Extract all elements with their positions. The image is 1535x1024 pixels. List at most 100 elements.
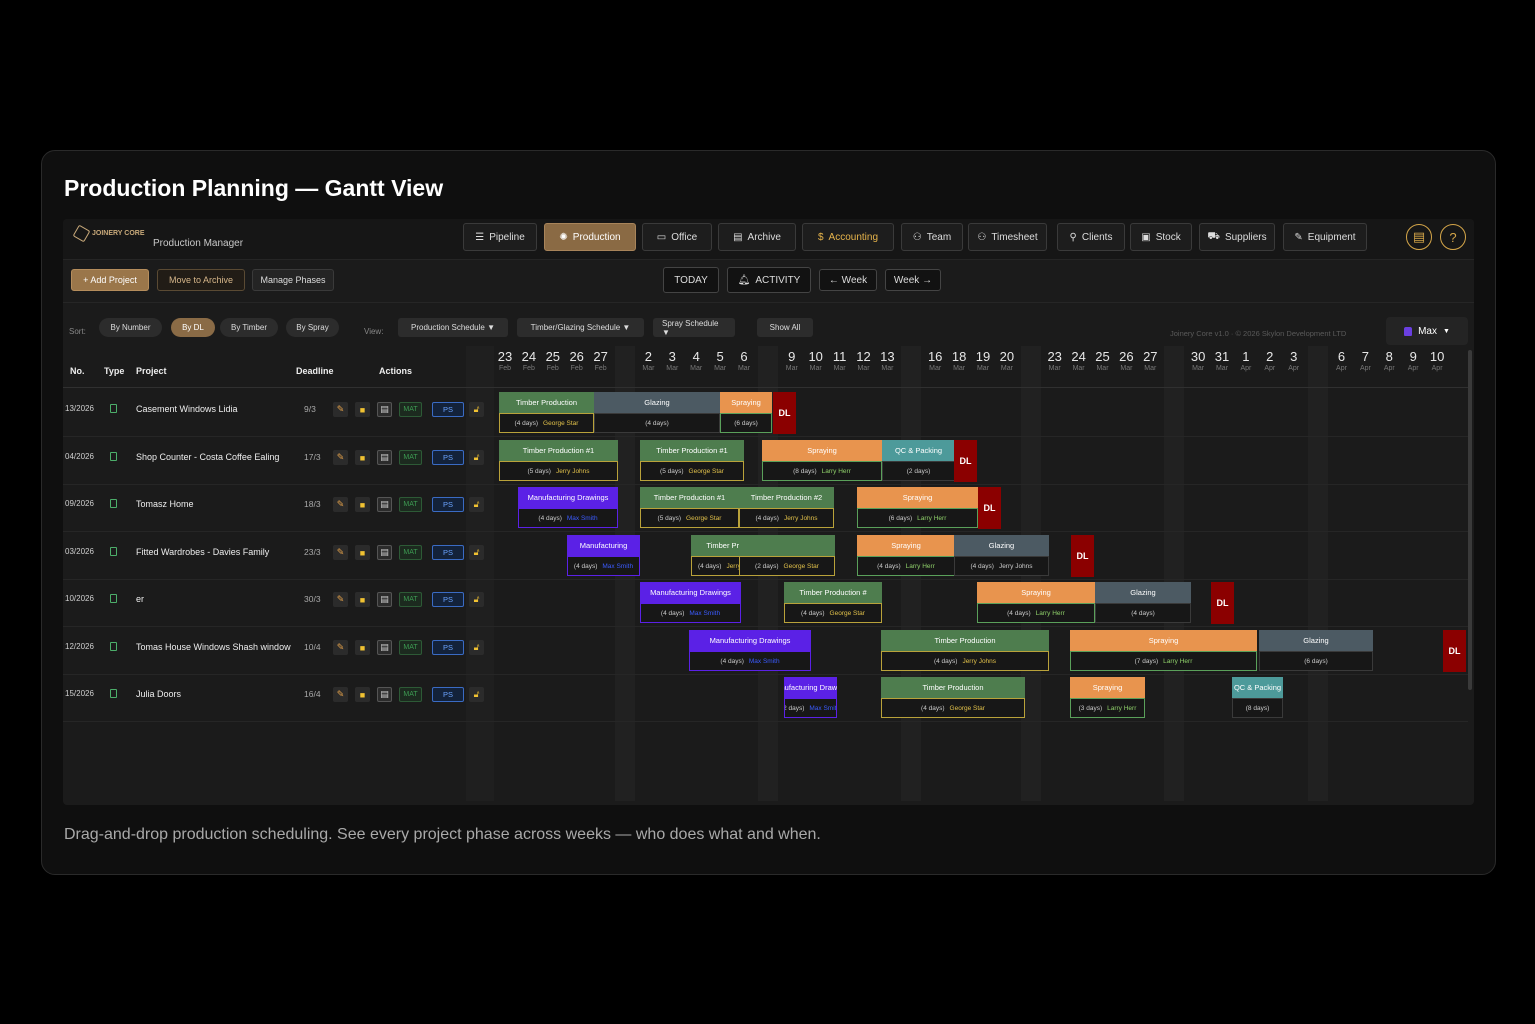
- sort-by-dl[interactable]: By DL: [171, 318, 215, 337]
- user-menu[interactable]: Max ▼: [1386, 317, 1468, 345]
- task-bar-spraying[interactable]: Spraying: [857, 487, 978, 508]
- document-icon[interactable]: ▤: [377, 497, 392, 512]
- project-name[interactable]: Julia Doors: [136, 689, 181, 699]
- nav-team[interactable]: ⚇ Team: [901, 223, 963, 251]
- nav-stock[interactable]: ▣ Stock: [1130, 223, 1192, 251]
- task-bar-timber[interactable]: [739, 535, 835, 556]
- task-bar-glazing[interactable]: Glazing: [1259, 630, 1373, 651]
- task-bar-timber[interactable]: Timber Production: [881, 630, 1049, 651]
- task-bar-timber[interactable]: Timber Production: [499, 392, 594, 413]
- nav-office[interactable]: ▭ Office: [642, 223, 712, 251]
- nav-suppliers[interactable]: ⛟ Suppliers: [1199, 223, 1275, 251]
- prev-week-button[interactable]: ← Week: [819, 269, 877, 291]
- task-bar-spraying[interactable]: Spraying: [977, 582, 1095, 603]
- task-bar-manufacturing[interactable]: Manufacturing: [567, 535, 640, 556]
- manage-phases-button[interactable]: Manage Phases: [252, 269, 334, 291]
- nav-accounting[interactable]: $ Accounting: [802, 223, 894, 251]
- folder-icon[interactable]: ■: [355, 450, 370, 465]
- view-option-2[interactable]: Spray Schedule ▼: [653, 318, 735, 337]
- lock-icon[interactable]: 🔓︎: [469, 592, 484, 607]
- activity-button[interactable]: 🔔︎ ACTIVITY: [727, 267, 811, 293]
- view-option-0[interactable]: Production Schedule ▼: [398, 318, 508, 337]
- document-icon[interactable]: ▤: [377, 545, 392, 560]
- nav-clients[interactable]: ⚲ Clients: [1057, 223, 1125, 251]
- task-bar-qc[interactable]: QC & Packing: [882, 440, 955, 461]
- ps-button[interactable]: PS: [432, 497, 464, 512]
- mat-button[interactable]: MAT: [399, 450, 422, 465]
- lock-icon[interactable]: 🔓︎: [469, 687, 484, 702]
- ps-button[interactable]: PS: [432, 592, 464, 607]
- edit-icon[interactable]: ✎: [333, 592, 348, 607]
- task-bar-manufacturing[interactable]: Manufacturing Drawings: [689, 630, 811, 651]
- task-bar-spraying[interactable]: Spraying: [720, 392, 772, 413]
- project-name[interactable]: Tomas House Windows Shash window: [136, 642, 291, 652]
- task-bar-spraying[interactable]: Spraying: [857, 535, 955, 556]
- sort-by-number[interactable]: By Number: [99, 318, 162, 337]
- task-bar-timber[interactable]: Timber Production: [881, 677, 1025, 698]
- nav-equipment[interactable]: ✎ Equipment: [1283, 223, 1367, 251]
- edit-icon[interactable]: ✎: [333, 640, 348, 655]
- folder-icon[interactable]: ■: [355, 545, 370, 560]
- folder-icon[interactable]: ■: [355, 592, 370, 607]
- nav-archive[interactable]: ▤ Archive: [718, 223, 796, 251]
- edit-icon[interactable]: ✎: [333, 497, 348, 512]
- project-name[interactable]: Fitted Wardrobes - Davies Family: [136, 547, 269, 557]
- ps-button[interactable]: PS: [432, 402, 464, 417]
- mat-button[interactable]: MAT: [399, 687, 422, 702]
- ps-button[interactable]: PS: [432, 545, 464, 560]
- document-icon[interactable]: ▤: [377, 592, 392, 607]
- folder-icon[interactable]: ■: [355, 402, 370, 417]
- document-icon[interactable]: ▤: [377, 450, 392, 465]
- task-bar-manufacturing[interactable]: Manufacturing Drawings: [640, 582, 741, 603]
- ps-button[interactable]: PS: [432, 687, 464, 702]
- project-name[interactable]: Shop Counter - Costa Coffee Ealing: [136, 452, 279, 462]
- task-bar-timber[interactable]: Timber Production #1: [499, 440, 618, 461]
- edit-icon[interactable]: ✎: [333, 402, 348, 417]
- task-bar-spraying[interactable]: Spraying: [1070, 630, 1257, 651]
- project-name[interactable]: Tomasz Home: [136, 499, 194, 509]
- calculator-icon[interactable]: ▤: [1406, 224, 1432, 250]
- task-bar-glazing[interactable]: Glazing: [954, 535, 1049, 556]
- task-bar-spraying[interactable]: Spraying: [1070, 677, 1145, 698]
- document-icon[interactable]: ▤: [377, 640, 392, 655]
- edit-icon[interactable]: ✎: [333, 450, 348, 465]
- sort-by-timber[interactable]: By Timber: [220, 318, 278, 337]
- next-week-button[interactable]: Week →: [885, 269, 941, 291]
- mat-button[interactable]: MAT: [399, 545, 422, 560]
- lock-icon[interactable]: 🔓︎: [469, 640, 484, 655]
- view-option-1[interactable]: Timber/Glazing Schedule ▼: [517, 318, 644, 337]
- nav-production[interactable]: ✺ Production: [544, 223, 636, 251]
- folder-icon[interactable]: ■: [355, 640, 370, 655]
- task-bar-glazing[interactable]: Glazing: [594, 392, 720, 413]
- nav-pipeline[interactable]: ☰ Pipeline: [463, 223, 537, 251]
- task-bar-glazing[interactable]: Glazing: [1095, 582, 1191, 603]
- edit-icon[interactable]: ✎: [333, 545, 348, 560]
- mat-button[interactable]: MAT: [399, 497, 422, 512]
- document-icon[interactable]: ▤: [377, 687, 392, 702]
- ps-button[interactable]: PS: [432, 450, 464, 465]
- lock-icon[interactable]: 🔓︎: [469, 497, 484, 512]
- lock-icon[interactable]: 🔓︎: [469, 450, 484, 465]
- task-bar-manufacturing[interactable]: Manufacturing Drawings: [518, 487, 618, 508]
- help-button[interactable]: ?: [1440, 224, 1466, 250]
- task-bar-manufacturing[interactable]: Manufacturing Drawings: [784, 677, 837, 698]
- mat-button[interactable]: MAT: [399, 592, 422, 607]
- view-option-3[interactable]: Show All: [757, 318, 813, 337]
- task-bar-timber[interactable]: Timber Production #2: [739, 487, 834, 508]
- edit-icon[interactable]: ✎: [333, 687, 348, 702]
- today-button[interactable]: TODAY: [663, 267, 719, 293]
- sort-by-spray[interactable]: By Spray: [286, 318, 339, 337]
- ps-button[interactable]: PS: [432, 640, 464, 655]
- document-icon[interactable]: ▤: [377, 402, 392, 417]
- task-bar-qc[interactable]: QC & Packing: [1232, 677, 1283, 698]
- vertical-scrollbar[interactable]: [1468, 350, 1472, 690]
- folder-icon[interactable]: ■: [355, 687, 370, 702]
- task-bar-timber[interactable]: Timber Production #1: [640, 440, 744, 461]
- mat-button[interactable]: MAT: [399, 640, 422, 655]
- task-bar-timber[interactable]: Timber Production #1: [640, 487, 739, 508]
- project-name[interactable]: Casement Windows Lidia: [136, 404, 238, 414]
- task-bar-spraying[interactable]: Spraying: [762, 440, 882, 461]
- project-name[interactable]: er: [136, 594, 144, 604]
- move-to-archive-button[interactable]: Move to Archive: [157, 269, 245, 291]
- nav-timesheet[interactable]: ⚇ Timesheet: [968, 223, 1047, 251]
